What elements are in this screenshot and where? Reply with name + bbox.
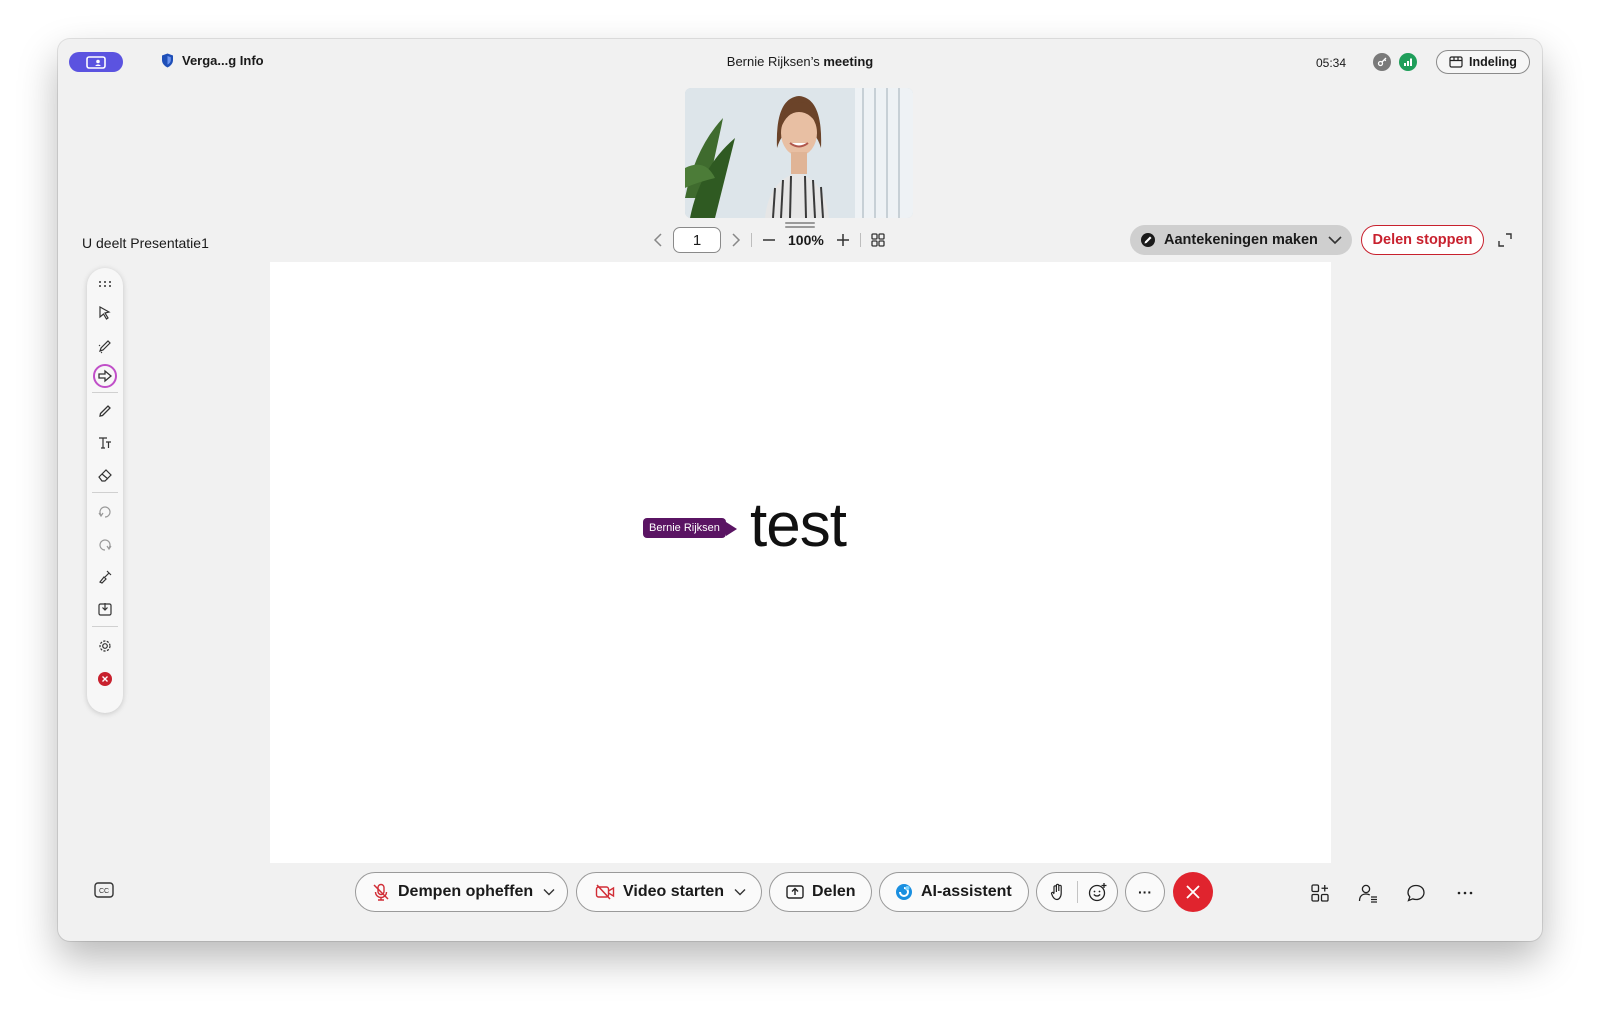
start-video-button[interactable]: Video starten (576, 872, 762, 912)
settings-icon[interactable] (93, 634, 117, 658)
slide-text: test (750, 491, 847, 560)
thumbnails-grid-icon[interactable] (871, 233, 885, 247)
close-icon (1186, 885, 1200, 899)
meeting-window: Verga...g Info Bernie Rijksen’s meeting … (58, 39, 1542, 941)
save-icon[interactable] (93, 597, 117, 621)
chevron-down-icon[interactable] (543, 888, 555, 896)
text-icon[interactable] (93, 431, 117, 455)
sharing-status-label: U deelt Presentatie1 (82, 235, 209, 251)
divider (859, 233, 861, 247)
expand-icon[interactable] (1498, 233, 1512, 247)
presenter-name: Bernie Rijksen (649, 522, 720, 534)
close-icon[interactable] (93, 667, 117, 691)
presenter-pointer-tag: Bernie Rijksen (643, 518, 726, 538)
participants-icon[interactable] (1357, 882, 1379, 904)
stop-sharing-button[interactable]: Delen stoppen (1361, 225, 1484, 255)
more-options-icon[interactable] (1454, 882, 1476, 904)
meeting-title-suffix: meeting (823, 54, 874, 69)
raise-hand-icon[interactable] (1049, 883, 1067, 901)
page-number-input[interactable]: 1 (673, 227, 721, 253)
reactions-emoji-icon[interactable] (1088, 882, 1108, 902)
more-controls-button[interactable]: ··· (1125, 872, 1165, 912)
drag-handle-icon[interactable] (93, 272, 117, 296)
ai-assistant-icon (896, 884, 912, 900)
layout-label: Indeling (1469, 55, 1517, 69)
reactions-group (1036, 872, 1118, 912)
page-navigation: 1 100% (653, 227, 885, 253)
next-page-icon[interactable] (731, 233, 741, 247)
divider (92, 492, 118, 493)
microphone-muted-icon (373, 883, 389, 901)
chevron-down-icon[interactable] (734, 888, 746, 896)
video-off-icon (595, 884, 615, 900)
annotate-icon (1141, 233, 1155, 247)
svg-text:CC: CC (99, 888, 109, 895)
start-video-label: Video starten (623, 883, 725, 900)
meeting-timer: 05:34 (1316, 56, 1347, 70)
encryption-status-icon[interactable] (1373, 53, 1391, 71)
meeting-host-name: Bernie Rijksen’s (726, 54, 820, 69)
divider (751, 233, 752, 247)
participant-video-image (685, 88, 913, 218)
clear-brush-icon[interactable] (93, 565, 117, 589)
page-number-value: 1 (692, 231, 702, 249)
share-button[interactable]: Delen (769, 872, 872, 912)
shared-slide: Bernie Rijksen test (270, 262, 1331, 863)
previous-page-icon[interactable] (653, 233, 663, 247)
chevron-down-icon[interactable] (1328, 235, 1342, 245)
stop-sharing-label: Delen stoppen (1372, 232, 1473, 248)
share-screen-icon (786, 885, 804, 899)
leave-meeting-button[interactable] (1173, 872, 1213, 912)
divider (92, 392, 118, 393)
select-arrow-icon[interactable] (93, 301, 117, 325)
pointer-icon[interactable] (93, 364, 117, 388)
unmute-button[interactable]: Dempen opheffen (355, 872, 568, 912)
ai-assistant-label: AI-assistent (921, 883, 1012, 900)
zoom-in-icon[interactable] (836, 233, 850, 247)
participant-video-tile[interactable] (685, 88, 913, 218)
annotate-button[interactable]: Aantekeningen maken (1130, 225, 1352, 255)
zoom-level: 100% (788, 232, 824, 248)
layout-button[interactable]: Indeling (1436, 50, 1530, 74)
share-label: Delen (812, 883, 856, 900)
annotate-label: Aantekeningen maken (1164, 232, 1318, 248)
divider (1077, 881, 1078, 903)
pen-icon[interactable] (93, 399, 117, 423)
eraser-icon[interactable] (93, 463, 117, 487)
redo-icon[interactable] (93, 533, 117, 557)
connection-quality-icon[interactable] (1399, 53, 1417, 71)
more-controls-label: ··· (1138, 884, 1152, 900)
presenter-pointer-icon (726, 522, 737, 536)
apps-icon[interactable] (1309, 882, 1331, 904)
divider (92, 626, 118, 627)
annotation-toolbar (87, 268, 123, 713)
zoom-out-icon[interactable] (762, 233, 776, 247)
unmute-label: Dempen opheffen (398, 883, 534, 900)
closed-captions-icon[interactable]: CC (94, 882, 114, 898)
layout-icon (1449, 56, 1463, 68)
ai-assistant-button[interactable]: AI-assistent (879, 872, 1029, 912)
chat-icon[interactable] (1405, 882, 1427, 904)
laser-pen-icon[interactable] (93, 334, 117, 358)
undo-icon[interactable] (93, 500, 117, 524)
